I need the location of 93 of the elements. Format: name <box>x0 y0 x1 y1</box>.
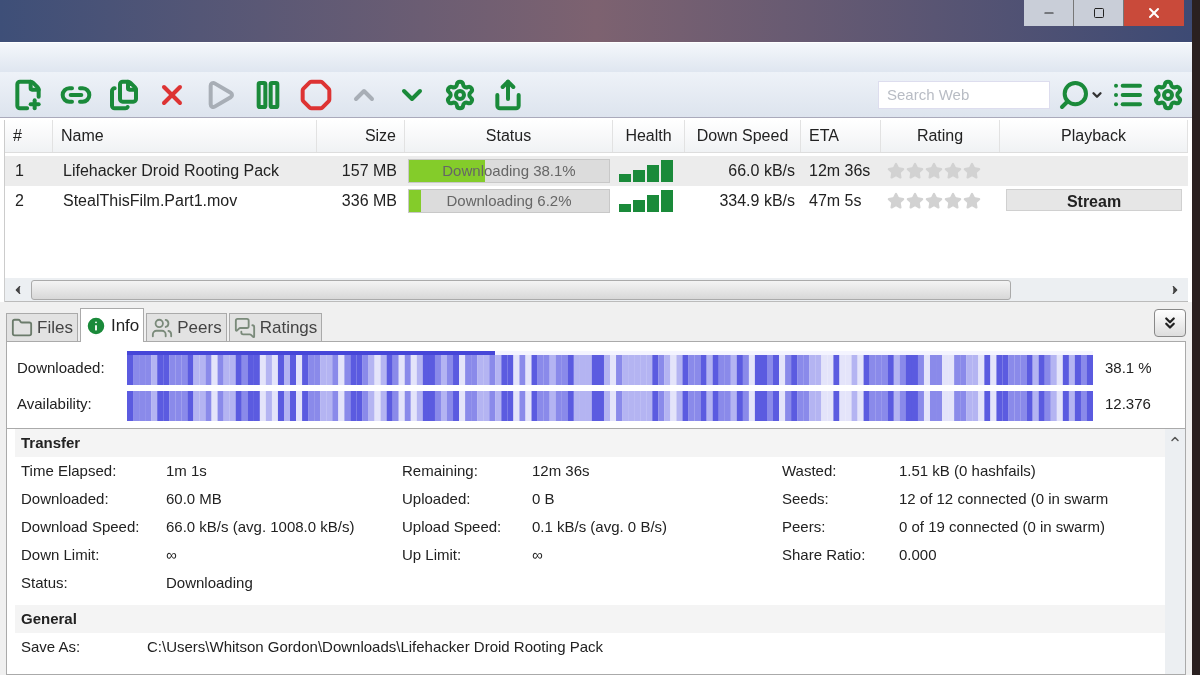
table-cell-text: Lifehacker Droid Rooting Pack <box>62 161 281 181</box>
torrent-row[interactable]: 2 StealThisFilm.Part1.mov 336 MB Downloading 6.2% 334.9 kB/s 47m 5s Stream <box>5 186 1188 216</box>
availability-value: 12.376 <box>1104 393 1152 414</box>
field-label: Save As: <box>21 636 82 657</box>
section-heading: Transfer <box>15 429 1165 457</box>
maximize-button[interactable] <box>1074 0 1124 26</box>
field-value: 0 B <box>532 488 556 509</box>
field-value: 0.1 kB/s (avg. 0 B/s) <box>532 516 669 537</box>
minimize-button[interactable] <box>1024 0 1074 26</box>
field-label: Download Speed: <box>21 516 141 537</box>
star-icon <box>963 162 981 180</box>
table-cell-text: 12m 36s <box>808 161 872 181</box>
field-value: Downloading <box>166 572 254 593</box>
health-icon <box>619 190 675 212</box>
table-cell-text: 334.9 kB/s <box>718 191 796 211</box>
field-value: 66.0 kB/s (avg. 1008.0 kB/s) <box>166 516 356 537</box>
star-icon <box>925 162 943 180</box>
field-label: Uploaded: <box>402 488 472 509</box>
tab[interactable]: Files <box>6 313 78 341</box>
field-value: 0 of 19 connected (0 in swarm) <box>899 516 1106 537</box>
field-label: Wasted: <box>782 460 838 481</box>
star-icon <box>906 162 924 180</box>
chat-icon <box>233 316 256 339</box>
star-icon <box>887 192 905 210</box>
horizontal-scrollbar[interactable] <box>5 278 1188 302</box>
table-cell-text: 66.0 kB/s <box>727 161 796 181</box>
settings-icon[interactable] <box>1152 78 1184 111</box>
search-icon <box>1058 78 1090 111</box>
star-icon <box>925 192 943 210</box>
info-icon <box>84 314 107 337</box>
field-value: C:\Users\Whitson Gordon\Downloads\Lifehacker Droid Rooting Pack <box>147 636 605 657</box>
files-icon <box>108 78 140 111</box>
table-cell-text: StealThisFilm.Part1.mov <box>62 191 239 211</box>
column-header[interactable]: Name <box>53 120 317 152</box>
field-label: Remaining: <box>402 460 479 481</box>
column-header[interactable]: # <box>5 120 53 152</box>
file-add-icon <box>12 78 44 111</box>
field-label: Up Limit: <box>402 544 463 565</box>
close-icon <box>1146 5 1162 21</box>
stream-button[interactable]: Stream <box>1006 188 1182 211</box>
field-label: Seeds: <box>782 488 830 509</box>
maximize-icon <box>1092 7 1105 19</box>
field-value: ∞ <box>532 544 544 565</box>
tab[interactable]: Ratings <box>228 313 323 341</box>
field-label: Downloaded: <box>21 488 110 509</box>
table-cell-text: 2 <box>14 191 25 211</box>
field-label: Upload Speed: <box>402 516 503 537</box>
section-heading: General <box>15 605 1165 633</box>
field-label: Peers: <box>782 516 827 537</box>
folder-icon <box>11 316 33 339</box>
field-value: 1.51 kB (0 hashfails) <box>899 460 1037 481</box>
field-value: ∞ <box>166 544 178 565</box>
table-cell-text: 1 <box>14 161 25 181</box>
close-button[interactable] <box>1124 0 1184 26</box>
search-field[interactable]: Search Web <box>878 80 1050 109</box>
table-cell-text: 336 MB <box>340 191 398 211</box>
collapse-button[interactable] <box>1154 309 1186 337</box>
share-icon <box>492 78 524 111</box>
field-label: Status: <box>21 572 69 593</box>
column-header[interactable]: Health <box>613 120 685 152</box>
column-header[interactable]: Rating <box>881 120 1000 152</box>
progress-label: Downloading 6.2% <box>446 190 572 211</box>
field-value: 60.0 MB <box>166 488 223 509</box>
table-cell-text: 47m 5s <box>808 191 863 211</box>
search-button[interactable] <box>1058 78 1104 111</box>
field-label: Down Limit: <box>21 544 101 565</box>
settings-icon <box>444 78 476 111</box>
stop-icon <box>300 78 332 111</box>
star-icon <box>944 162 962 180</box>
column-header[interactable]: Down Speed <box>685 120 801 152</box>
field-value: 12m 36s <box>532 460 591 481</box>
downloaded-label: Downloaded: <box>17 357 106 378</box>
column-header[interactable]: Status <box>405 120 613 152</box>
star-icon <box>963 192 981 210</box>
star-icon <box>906 192 924 210</box>
people-icon <box>151 316 174 339</box>
health-icon <box>619 160 675 182</box>
downloaded-percent: 38.1 % <box>1104 357 1153 378</box>
field-label: Share Ratio: <box>782 544 867 565</box>
column-header[interactable]: ETA <box>801 120 881 152</box>
field-value: 0.000 <box>899 544 938 565</box>
availability-label: Availability: <box>17 393 93 414</box>
star-icon <box>887 162 905 180</box>
table-cell-text: 157 MB <box>340 161 398 181</box>
tab[interactable]: Peers <box>146 313 227 341</box>
field-label: Time Elapsed: <box>21 460 118 481</box>
column-header[interactable]: Size <box>317 120 405 152</box>
field-value: 1m 1s <box>166 460 208 481</box>
vertical-scrollbar[interactable] <box>1165 429 1185 674</box>
tab[interactable]: Info <box>79 308 145 342</box>
field-value: 12 of 12 connected (0 in swarm <box>899 488 1110 509</box>
star-icon <box>944 192 962 210</box>
column-header[interactable]: Playback <box>1000 120 1188 152</box>
